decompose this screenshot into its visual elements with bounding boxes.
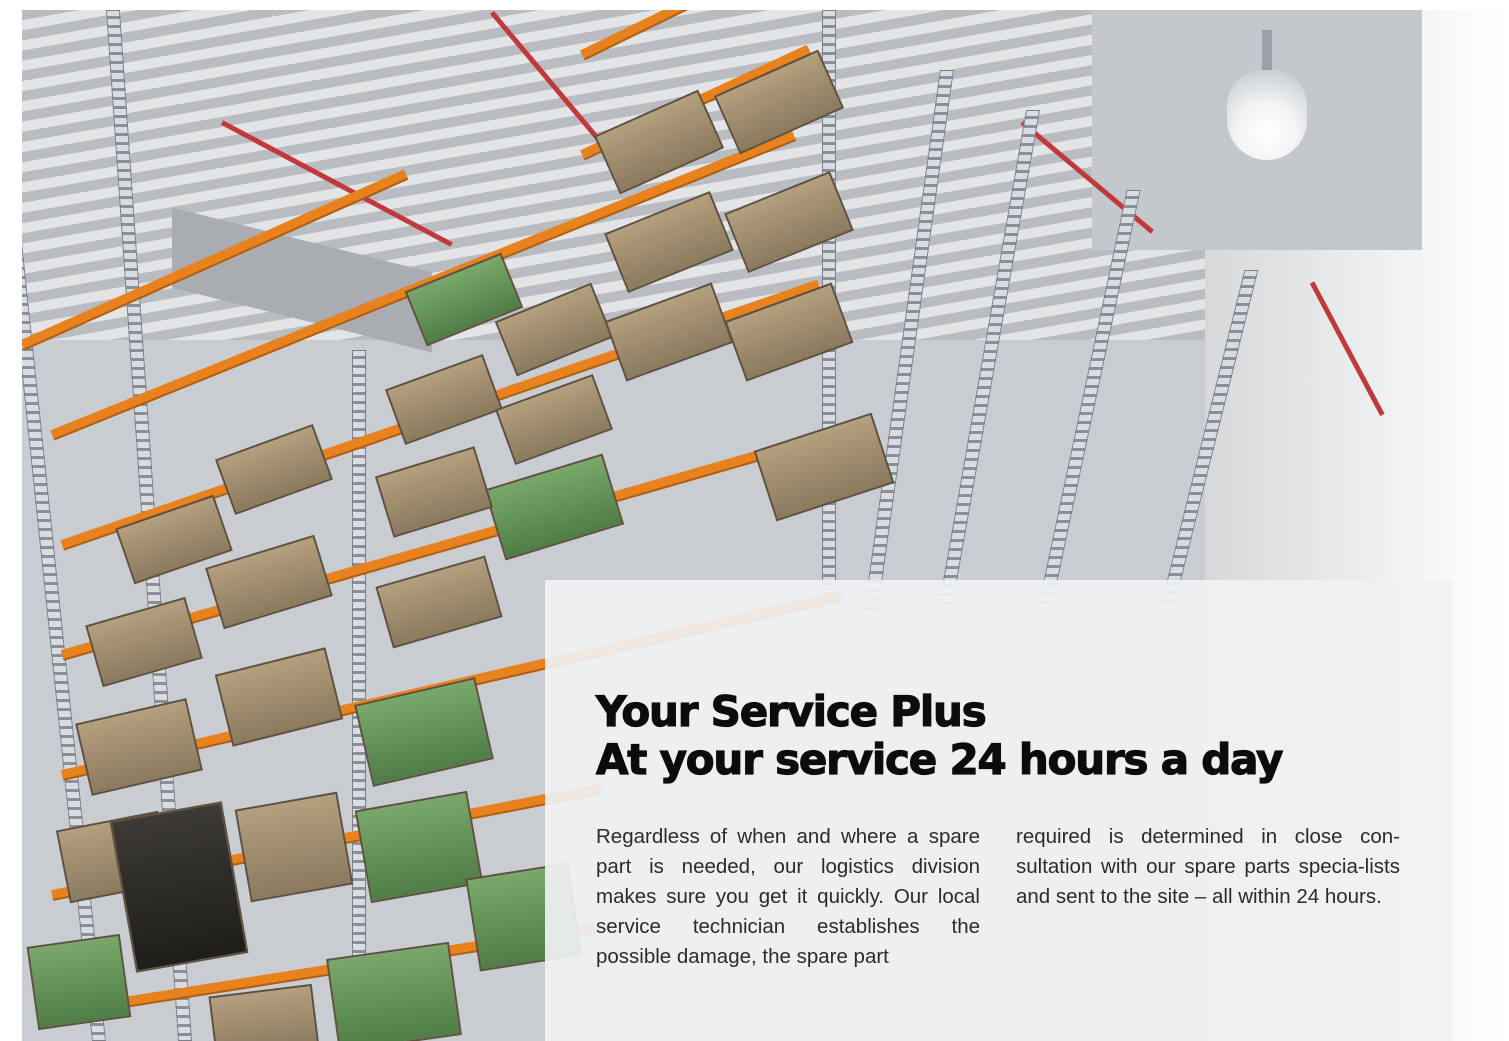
shelf-beam — [22, 169, 408, 349]
pallet-crate — [375, 555, 503, 649]
rack-upright — [1159, 270, 1259, 610]
rack-upright — [1037, 190, 1141, 610]
rack-upright — [937, 110, 1041, 610]
body-column-1: Regardless of when and where a spare par… — [596, 825, 980, 968]
title-line-2: At your service 24 hours a day — [595, 735, 1284, 784]
pallet-crate — [26, 933, 132, 1031]
text-panel: Your Service Plus At your service 24 hou… — [545, 580, 1452, 1041]
page-title: Your Service Plus At your service 24 hou… — [595, 687, 1416, 784]
pallet-crate — [326, 941, 462, 1041]
pallet-crate — [75, 698, 203, 796]
title-line-1: Your Service Plus — [595, 687, 987, 736]
pallet-crate — [234, 791, 354, 903]
pallet-crate — [593, 89, 725, 195]
rack-upright — [864, 70, 954, 610]
pallet-crate — [374, 446, 494, 538]
rack-upright — [352, 350, 366, 1041]
body-column-2: required is determined in close con-sult… — [1016, 825, 1400, 908]
pallet-crate — [483, 453, 625, 561]
pallet-crate — [208, 983, 320, 1041]
pallet-crate — [109, 801, 249, 973]
pallet-crate — [354, 790, 484, 904]
pallet-crate — [354, 677, 494, 787]
pallet-crate — [215, 423, 333, 516]
shelf-beam — [580, 10, 809, 59]
pallet-crate — [85, 596, 203, 688]
pallet-crate — [753, 412, 895, 522]
pallet-crate — [385, 353, 503, 446]
pallet-crate — [604, 282, 734, 382]
pallet-crate — [214, 647, 344, 747]
